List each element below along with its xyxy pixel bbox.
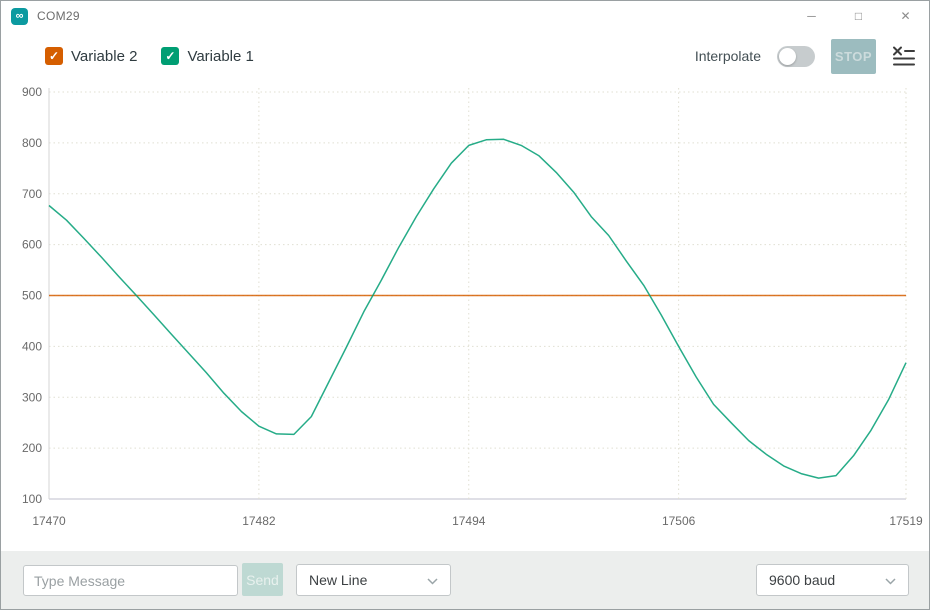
interpolate-label: Interpolate	[695, 48, 761, 64]
svg-text:400: 400	[22, 339, 42, 353]
svg-text:300: 300	[22, 390, 42, 404]
close-icon[interactable]: ✕	[882, 1, 929, 31]
svg-text:100: 100	[22, 492, 42, 506]
arduino-app-icon: ∞	[11, 8, 28, 25]
clear-chart-icon[interactable]	[892, 46, 915, 66]
chevron-down-icon	[427, 572, 438, 588]
minimize-icon[interactable]: ─	[788, 1, 835, 31]
svg-text:17506: 17506	[662, 514, 696, 528]
variable-2-checkbox[interactable]: ✓	[45, 47, 63, 65]
svg-text:200: 200	[22, 441, 42, 455]
svg-text:17482: 17482	[242, 514, 276, 528]
message-bar: Send New Line 9600 baud	[1, 551, 929, 609]
toggle-knob	[779, 48, 796, 65]
checkmark-icon: ✓	[49, 50, 59, 62]
line-ending-select[interactable]: New Line	[296, 564, 451, 596]
svg-text:600: 600	[22, 238, 42, 252]
variable-2-label: Variable 2	[71, 48, 137, 65]
toolbar: ✓ Variable 2 ✓ Variable 1 Interpolate ST…	[1, 31, 929, 81]
plot-area: 900 800 700 600 500 400 300 200 100 17470 17482 174…	[1, 81, 930, 553]
baud-rate-select[interactable]: 9600 baud	[756, 564, 909, 596]
serial-plotter-window: ∞ COM29 ─ □ ✕ ✓ Variable 2 ✓ Variable 1 …	[0, 0, 930, 610]
svg-text:17494: 17494	[452, 514, 486, 528]
stop-button[interactable]: STOP	[831, 39, 876, 74]
legend-item-variable-2[interactable]: ✓ Variable 2	[45, 47, 137, 65]
line-ending-value: New Line	[309, 572, 367, 588]
baud-rate-value: 9600 baud	[769, 572, 835, 588]
legend: ✓ Variable 2 ✓ Variable 1	[45, 47, 254, 65]
chevron-down-icon	[885, 572, 896, 588]
variable-1-checkbox[interactable]: ✓	[161, 47, 179, 65]
svg-text:700: 700	[22, 187, 42, 201]
svg-text:800: 800	[22, 136, 42, 150]
svg-text:17470: 17470	[32, 514, 66, 528]
maximize-icon[interactable]: □	[835, 1, 882, 31]
legend-item-variable-1[interactable]: ✓ Variable 1	[161, 47, 253, 65]
message-input[interactable]	[23, 565, 238, 596]
window-controls: ─ □ ✕	[788, 1, 929, 31]
titlebar: ∞ COM29 ─ □ ✕	[1, 1, 929, 31]
checkmark-icon: ✓	[165, 50, 175, 62]
send-button[interactable]: Send	[242, 563, 283, 596]
chart-canvas: 900 800 700 600 500 400 300 200 100 17470 17482 174…	[1, 81, 930, 553]
svg-text:17519: 17519	[889, 514, 923, 528]
svg-text:900: 900	[22, 85, 42, 99]
variable-1-label: Variable 1	[187, 48, 253, 65]
svg-text:500: 500	[22, 289, 42, 303]
interpolate-toggle[interactable]	[777, 46, 815, 67]
window-title: COM29	[37, 9, 80, 23]
toolbar-right: Interpolate STOP	[695, 31, 915, 81]
